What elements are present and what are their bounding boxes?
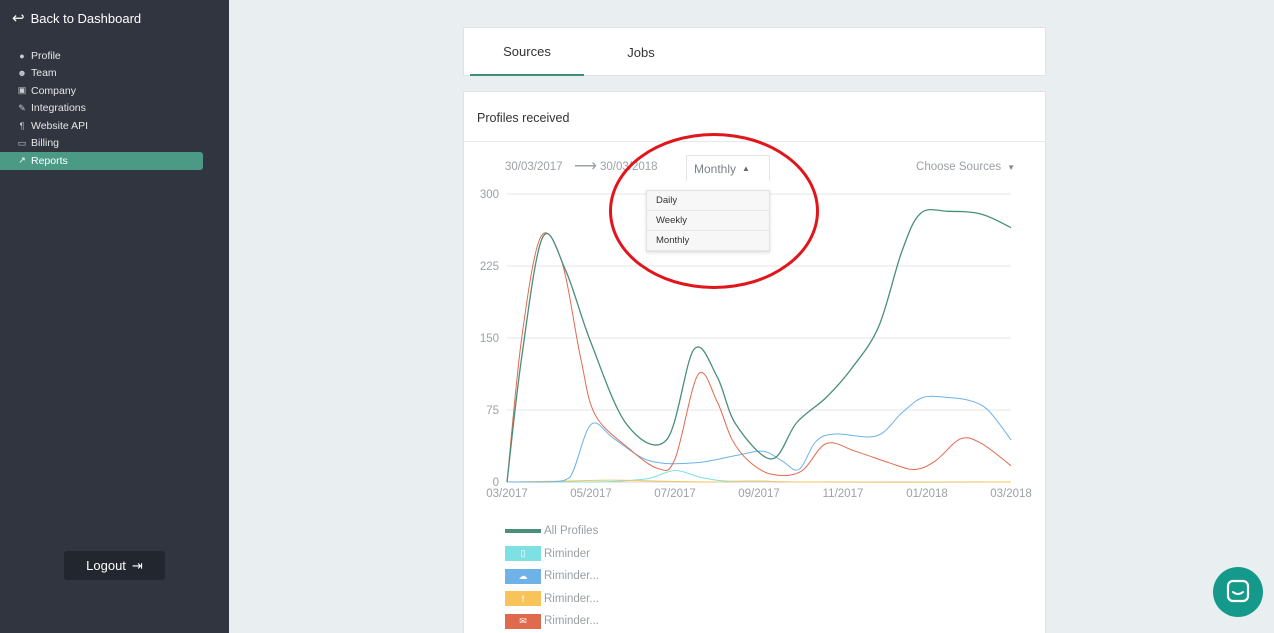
facebook-icon: f: [505, 591, 541, 607]
sidebar-item-reports[interactable]: ↗ Reports: [0, 152, 203, 170]
legend-item[interactable]: All Profiles: [505, 520, 599, 543]
period-option-monthly[interactable]: Monthly: [647, 231, 769, 251]
choose-sources-dropdown[interactable]: Choose Sources ▼: [916, 161, 1015, 173]
team-icon: ☻: [17, 68, 27, 79]
period-option-daily[interactable]: Daily: [647, 191, 769, 211]
logout-button[interactable]: Logout ⇥: [64, 551, 165, 580]
back-arrow-icon: ↩: [12, 10, 25, 27]
tab-jobs[interactable]: Jobs: [584, 28, 698, 76]
x-tick-label: 09/2017: [738, 488, 780, 500]
arrow-right-icon: ⟶: [574, 158, 597, 175]
date-to[interactable]: 30/03/2018: [600, 161, 658, 173]
api-icon: ¶: [19, 120, 25, 131]
sidebar-item-company[interactable]: ▣ Company: [0, 82, 203, 100]
sidebar-item-label: Website API: [31, 119, 89, 132]
period-option-weekly[interactable]: Weekly: [647, 211, 769, 231]
x-tick-label: 01/2018: [906, 488, 948, 500]
legend-item[interactable]: ✉ Riminder...: [505, 610, 599, 633]
sidebar-item-profile[interactable]: ● Profile: [0, 47, 203, 65]
legend-item[interactable]: ☁ Riminder...: [505, 565, 599, 588]
briefcase-icon: ▣: [17, 85, 27, 96]
legend-item[interactable]: ▯ Riminder: [505, 543, 599, 566]
chart-icon: ↗: [18, 155, 26, 166]
legend-label: All Profiles: [544, 525, 599, 538]
caret-down-icon: ▼: [1007, 162, 1015, 172]
period-value: Monthly: [694, 161, 737, 176]
y-tick-label: 150: [480, 333, 499, 345]
sidebar-item-label: Integrations: [31, 102, 86, 115]
date-from[interactable]: 30/03/2017: [505, 161, 563, 173]
x-tick-label: 05/2017: [570, 488, 612, 500]
tab-sources[interactable]: Sources: [470, 28, 584, 76]
sidebar-item-team[interactable]: ☻ Team: [0, 65, 203, 83]
sidebar: ↩ Back to Dashboard ● Profile ☻ Team ▣ C…: [0, 0, 229, 633]
plug-icon: ✎: [18, 102, 26, 113]
sidebar-item-integrations[interactable]: ✎ Integrations: [0, 100, 203, 118]
caret-up-icon: ▲: [742, 164, 750, 173]
logout-label: Logout: [86, 558, 126, 573]
legend-line-swatch: [505, 529, 541, 534]
legend-item[interactable]: f Riminder...: [505, 588, 599, 611]
card-icon: ▭: [17, 137, 27, 148]
sidebar-item-label: Profile: [31, 49, 61, 62]
y-tick-label: 300: [480, 189, 499, 201]
legend-label: Riminder...: [544, 592, 599, 605]
sidebar-nav: ● Profile ☻ Team ▣ Company ✎ Integration…: [0, 47, 203, 170]
x-tick-label: 03/2018: [990, 488, 1032, 500]
sidebar-item-label: Billing: [31, 137, 60, 150]
x-tick-label: 07/2017: [654, 488, 696, 500]
series-line: [506, 232, 1012, 483]
x-tick-label: 11/2017: [823, 488, 864, 500]
legend-label: Riminder...: [544, 615, 599, 628]
legend-label: Riminder...: [544, 570, 599, 583]
back-label: Back to Dashboard: [30, 10, 142, 26]
logout-icon: ⇥: [131, 557, 143, 573]
choose-sources-label: Choose Sources: [916, 161, 1002, 173]
sidebar-item-billing[interactable]: ▭ Billing: [0, 135, 203, 153]
sidebar-item-website-api[interactable]: ¶ Website API: [0, 117, 203, 135]
profiles-received-card: Profiles received 0 75 150 225 300 03/2017 05/…: [463, 91, 1046, 633]
chat-button[interactable]: [1213, 567, 1263, 617]
sidebar-item-label: Company: [31, 84, 76, 97]
y-tick-label: 225: [480, 261, 499, 273]
x-tick-label: 03/2017: [486, 488, 528, 500]
document-icon: ▯: [505, 546, 541, 562]
envelope-icon: ✉: [505, 613, 541, 629]
period-dropdown: Daily Weekly Monthly: [646, 190, 770, 252]
legend-label: Riminder: [544, 547, 591, 560]
back-to-dashboard-link[interactable]: ↩ Back to Dashboard: [12, 9, 141, 27]
sidebar-item-label: Team: [31, 67, 57, 80]
y-tick-label: 75: [486, 405, 499, 417]
cloud-upload-icon: ☁: [505, 568, 541, 584]
period-select[interactable]: Monthly ▲: [686, 155, 770, 181]
chat-icon: [1226, 579, 1250, 603]
tabs-card: Sources Jobs: [463, 27, 1046, 76]
person-icon: ●: [19, 50, 25, 61]
chart-legend: All Profiles ▯ Riminder ☁ Riminder... f …: [505, 520, 599, 633]
sidebar-item-label: Reports: [31, 154, 68, 167]
